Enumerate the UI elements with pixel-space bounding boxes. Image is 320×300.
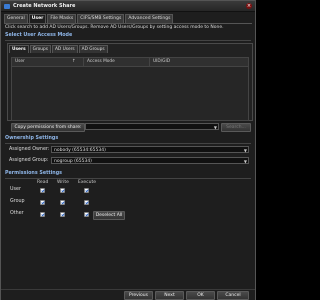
tab-divider [4, 23, 252, 24]
assigned-owner-label: Assigned Owner: [9, 147, 50, 152]
group-execute-checkbox[interactable] [84, 200, 89, 205]
assigned-group-select[interactable]: nogroup (65534) ▼ [51, 157, 249, 164]
column-header-uid-gid[interactable]: UID/GID [150, 58, 248, 66]
permission-row-label-other: Other [10, 211, 24, 216]
user-write-checkbox[interactable] [60, 188, 65, 193]
tab-user[interactable]: User [28, 14, 47, 23]
subtab-groups[interactable]: Groups [29, 45, 51, 53]
deselect-all-button[interactable]: Deselect All [93, 211, 125, 220]
section-divider [5, 40, 251, 41]
group-read-checkbox[interactable] [40, 200, 45, 205]
assigned-owner-value: nobody (65534:65534) [54, 148, 106, 153]
user-access-table[interactable]: User ↑ Access Mode UID/GID [11, 57, 249, 121]
user-access-subtabs: Users Groups AD Users AD Groups [9, 45, 109, 53]
dialog-footer: Previous Next OK Cancel [1, 289, 255, 300]
ok-button[interactable]: OK [186, 291, 215, 300]
other-read-checkbox[interactable] [40, 212, 45, 217]
user-access-section-title: Select User Access Mode [5, 33, 73, 38]
assigned-group-value: nogroup (65534) [54, 159, 92, 164]
title-bar[interactable]: Create Network Share × [1, 1, 255, 12]
close-icon[interactable]: × [246, 3, 252, 9]
user-execute-checkbox[interactable] [84, 188, 89, 193]
user-read-checkbox[interactable] [40, 188, 45, 193]
column-header-read: Read [37, 180, 49, 185]
search-button[interactable]: Search... [221, 123, 251, 132]
copy-permissions-share-select[interactable]: ▼ [85, 123, 219, 130]
previous-button[interactable]: Previous [124, 291, 153, 300]
column-header-write: Write [57, 180, 69, 185]
cancel-button[interactable]: Cancel [217, 291, 249, 300]
next-button[interactable]: Next [155, 291, 184, 300]
column-header-access-mode[interactable]: Access Mode [84, 58, 150, 66]
copy-permissions-button[interactable]: Copy permissions from share: [11, 123, 85, 132]
tab-cifs-smb-settings[interactable]: CIFS/SMB Settings [77, 14, 125, 23]
dialog-tabs: General User File Masks CIFS/SMB Setting… [4, 14, 174, 23]
tab-file-masks[interactable]: File Masks [47, 14, 77, 23]
tab-general[interactable]: General [4, 14, 28, 23]
instructions-text: Click search to add AD Users/Groups. Rem… [5, 25, 224, 30]
permissions-section-title: Permissions Settings [5, 171, 63, 176]
subtab-ad-groups[interactable]: AD Groups [78, 45, 108, 53]
permission-row-label-group: Group [10, 199, 25, 204]
other-execute-checkbox[interactable] [84, 212, 89, 217]
subtab-users[interactable]: Users [9, 45, 29, 53]
permission-row-label-user: User [10, 187, 21, 192]
group-write-checkbox[interactable] [60, 200, 65, 205]
chevron-down-icon: ▼ [243, 148, 247, 153]
column-header-execute: Execute [78, 180, 96, 185]
chevron-down-icon: ▼ [213, 125, 217, 130]
assigned-group-label: Assigned Group: [9, 158, 49, 163]
table-header: User ↑ Access Mode UID/GID [12, 58, 248, 67]
section-divider [5, 178, 251, 179]
other-write-checkbox[interactable] [60, 212, 65, 217]
ownership-section-title: Ownership Settings [5, 136, 59, 141]
tab-advanced-settings[interactable]: Advanced Settings [125, 14, 174, 23]
section-divider [5, 143, 251, 144]
window-title: Create Network Share [13, 3, 76, 9]
sort-ascending-icon[interactable]: ↑ [72, 58, 76, 66]
assigned-owner-select[interactable]: nobody (65534:65534) ▼ [51, 146, 249, 153]
subtab-ad-users[interactable]: AD Users [51, 45, 78, 53]
create-network-share-dialog: Create Network Share × General User File… [0, 0, 256, 300]
app-logo-icon [4, 3, 10, 9]
chevron-down-icon: ▼ [243, 159, 247, 164]
